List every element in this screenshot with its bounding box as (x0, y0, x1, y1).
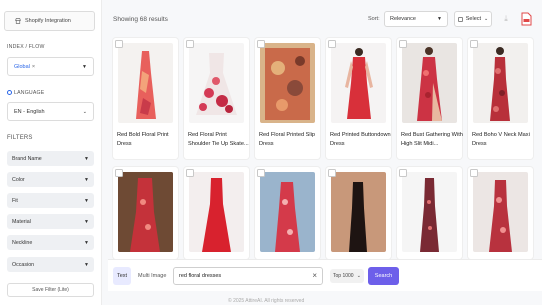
product-image (118, 43, 173, 123)
product-title[interactable]: Red Floral Print Shoulder Tie Up Skate..… (188, 131, 250, 149)
product-checkbox[interactable] (470, 40, 478, 48)
search-input[interactable]: red floral dresses × (173, 267, 323, 285)
store-icon (15, 18, 21, 24)
product-title[interactable]: Red Bust Gathering With High Slit Midi..… (401, 131, 463, 149)
product-title[interactable]: Red Boho V Neck Maxi Dress (472, 131, 534, 149)
product-checkbox[interactable] (115, 169, 123, 177)
save-filter-button[interactable]: Save Filter (Lite) (7, 283, 94, 297)
product-checkbox[interactable] (399, 169, 407, 177)
language-value: EN - English (14, 108, 45, 115)
mode-text-tab[interactable]: Text (113, 267, 131, 285)
shopify-integration-label: Shopify Integration (25, 18, 71, 24)
product-checkbox[interactable] (186, 40, 194, 48)
language-label: LANGUAGE (7, 90, 44, 96)
product-checkbox[interactable] (399, 40, 407, 48)
caret-down-icon: ▼ (84, 176, 89, 183)
product-checkbox[interactable] (115, 40, 123, 48)
filter-neckline[interactable]: Neckline ▼ (7, 235, 94, 250)
product-card[interactable]: Red Bold Floral Print Dress (113, 38, 178, 159)
product-checkbox[interactable] (186, 169, 194, 177)
product-card[interactable]: Red Printed Buttondown Dress (326, 38, 391, 159)
product-image (402, 172, 457, 252)
filter-brand-name[interactable]: Brand Name ▼ (7, 151, 94, 166)
chevron-down-icon: ⌄ (356, 273, 361, 279)
product-checkbox[interactable] (257, 169, 265, 177)
product-card[interactable]: Red Boho V Neck Maxi Dress (468, 38, 533, 159)
product-checkbox[interactable] (470, 169, 478, 177)
product-image (473, 172, 528, 252)
product-card[interactable]: Red Floral Print Shoulder Tie Up Skate..… (184, 38, 249, 159)
download-icon[interactable]: ⤓ (500, 13, 512, 25)
filters-title: FILTERS (7, 135, 33, 141)
filter-color[interactable]: Color ▼ (7, 172, 94, 187)
sort-value: Relevance (390, 16, 416, 22)
product-image (260, 43, 315, 123)
language-select[interactable]: EN - English ⌄ (7, 102, 94, 121)
select-label: Select (465, 16, 482, 22)
chevron-down-icon: ▼ (82, 63, 87, 70)
search-query: red floral dresses (179, 273, 222, 279)
product-checkbox[interactable] (328, 40, 336, 48)
chevron-down-icon: ⌄ (484, 16, 489, 22)
product-card[interactable] (326, 167, 391, 259)
select-button[interactable]: Select ⌄ (454, 11, 492, 27)
remove-tag-icon[interactable]: × (32, 64, 35, 70)
caret-down-icon: ▼ (84, 239, 89, 246)
product-image (473, 43, 528, 123)
caret-down-icon: ▼ (437, 16, 442, 22)
pdf-icon[interactable] (520, 12, 532, 26)
globe-icon (7, 90, 12, 96)
search-bar: Text Multi Image red floral dresses × To… (108, 259, 542, 291)
product-image (331, 43, 386, 123)
checkbox-icon (457, 16, 463, 22)
caret-down-icon: ▼ (84, 261, 89, 268)
product-image (331, 172, 386, 252)
top-k-select[interactable]: Top 1000 ⌄ (330, 269, 364, 283)
product-title[interactable]: Red Bold Floral Print Dress (117, 131, 179, 149)
mode-multi-image-tab[interactable]: Multi Image (138, 273, 166, 279)
shopify-integration-button[interactable]: Shopify Integration (4, 11, 95, 31)
results-count: Showing 68 results (113, 16, 168, 23)
product-card[interactable]: Red Floral Printed Slip Dress (255, 38, 320, 159)
product-card[interactable] (113, 167, 178, 259)
caret-down-icon: ▼ (84, 155, 89, 162)
product-title[interactable]: Red Floral Printed Slip Dress (259, 131, 321, 149)
sort-select[interactable]: Relevance ▼ (384, 11, 448, 27)
index-flow-label: INDEX / FLOW (7, 44, 45, 50)
search-button[interactable]: Search (368, 267, 399, 285)
footer-copyright: © 2025 AttireAI. All rights reserved (228, 298, 305, 304)
product-checkbox[interactable] (328, 169, 336, 177)
product-image (260, 172, 315, 252)
product-image (118, 172, 173, 252)
filter-fit[interactable]: Fit ▼ (7, 193, 94, 208)
product-checkbox[interactable] (257, 40, 265, 48)
product-image (402, 43, 457, 123)
top-k-value: Top 1000 (333, 273, 354, 279)
clear-icon[interactable]: × (312, 271, 317, 281)
product-card[interactable] (184, 167, 249, 259)
caret-down-icon: ▼ (84, 197, 89, 204)
product-card[interactable] (468, 167, 533, 259)
product-image (189, 172, 244, 252)
product-card[interactable] (255, 167, 320, 259)
product-image (189, 43, 244, 123)
product-card[interactable] (397, 167, 462, 259)
product-title[interactable]: Red Printed Buttondown Dress (330, 131, 392, 149)
sort-label: Sort: (368, 16, 380, 22)
filter-material[interactable]: Material ▼ (7, 214, 94, 229)
index-tag: Global × (14, 63, 36, 70)
filter-occasion[interactable]: Occasion ▼ (7, 257, 94, 272)
caret-down-icon: ▼ (84, 218, 89, 225)
product-card[interactable]: Red Bust Gathering With High Slit Midi..… (397, 38, 463, 159)
chevron-down-icon: ⌄ (82, 108, 87, 115)
sidebar: Shopify Integration INDEX / FLOW Global ×… (0, 0, 102, 305)
index-flow-select[interactable]: Global × ▼ (7, 57, 94, 76)
